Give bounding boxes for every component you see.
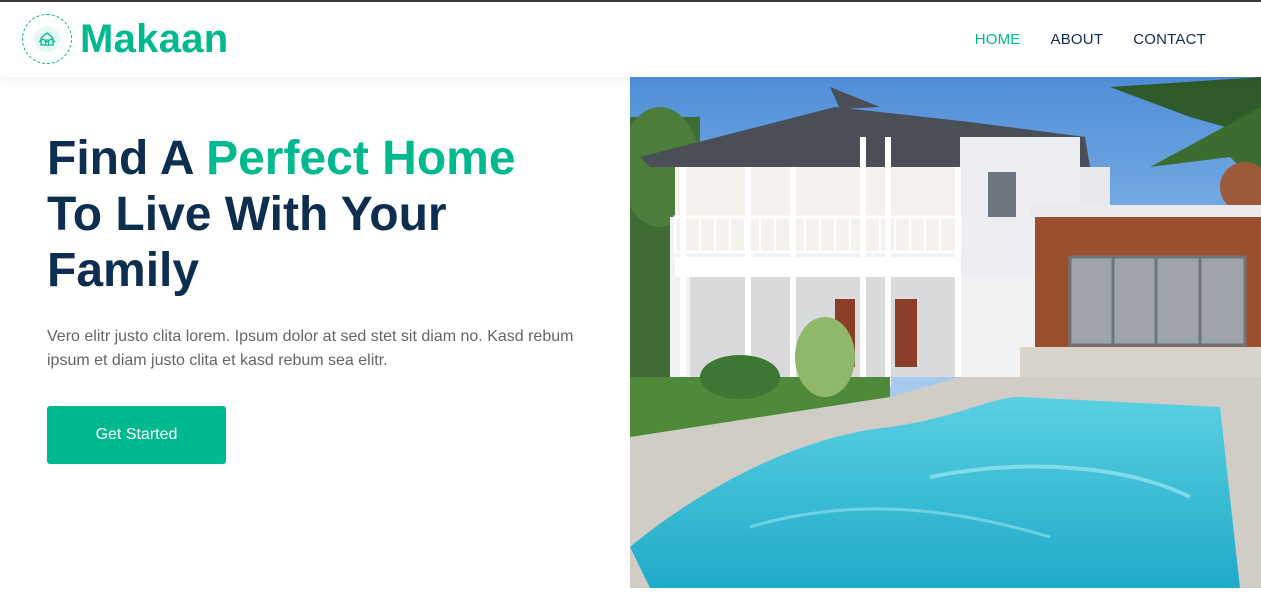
nav-home[interactable]: HOME xyxy=(975,31,1021,48)
house-with-pool-photo xyxy=(630,77,1261,588)
hero-description: Vero elitr justo clita lorem. Ipsum dolo… xyxy=(47,328,574,369)
brand-logo-link[interactable]: Makaan xyxy=(22,14,229,64)
hero-title-part1: Find A xyxy=(47,132,207,185)
hero-title-accent: Perfect Home xyxy=(206,132,516,185)
navbar: Makaan HOME ABOUT CONTACT xyxy=(0,2,1261,77)
nav-about[interactable]: ABOUT xyxy=(1051,31,1104,48)
handshake-house-icon xyxy=(22,14,72,64)
main-nav: HOME ABOUT CONTACT xyxy=(945,2,1206,77)
hero-title-part2: To Live With Your Family xyxy=(47,188,447,297)
brand-name: Makaan xyxy=(80,16,229,61)
get-started-button[interactable]: Get Started xyxy=(47,406,226,464)
nav-contact[interactable]: CONTACT xyxy=(1133,31,1206,48)
hero-title: Find A Perfect Home To Live With Your Fa… xyxy=(47,131,607,299)
hero-content: Find A Perfect Home To Live With Your Fa… xyxy=(47,77,607,464)
